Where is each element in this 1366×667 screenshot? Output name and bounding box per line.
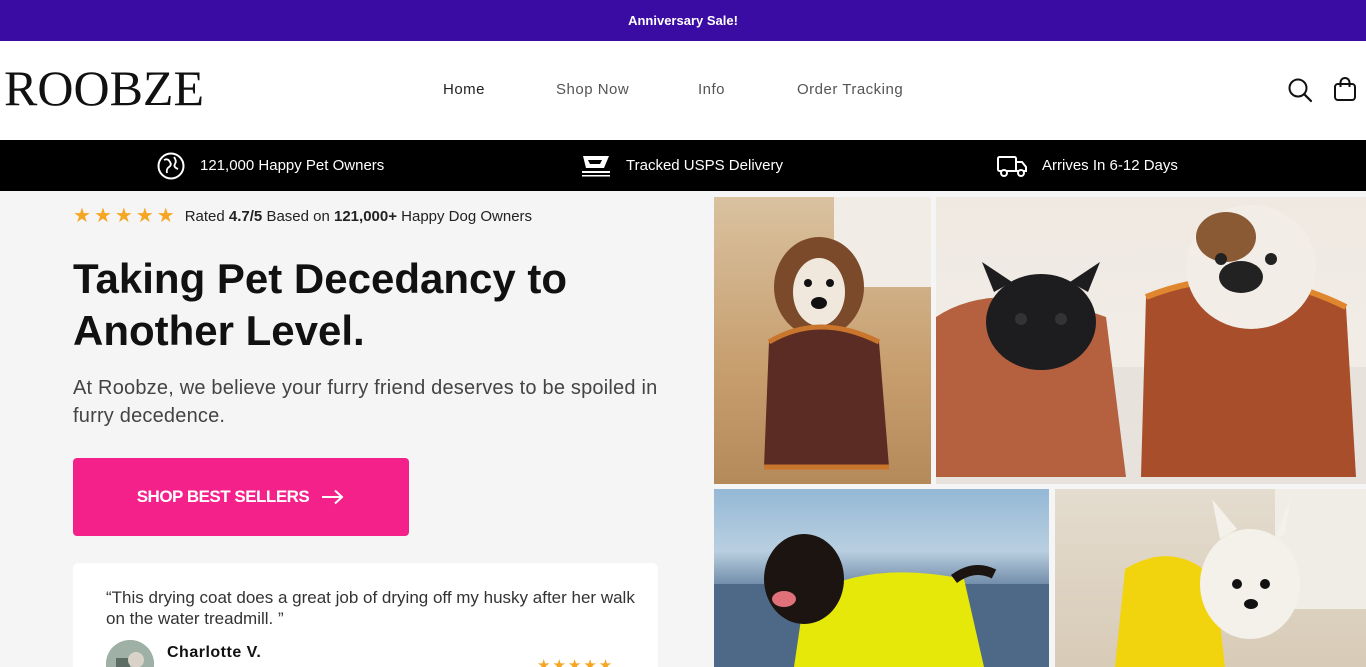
- benefit-label: 121,000 Happy Pet Owners: [200, 157, 385, 174]
- announcement-text: Anniversary Sale!: [628, 13, 738, 28]
- arrow-right-icon: [322, 489, 344, 505]
- star-icon: ★: [135, 205, 154, 227]
- star-icon: ★: [156, 205, 175, 227]
- usps-icon: [582, 155, 610, 176]
- benefit-label: Arrives In 6-12 Days: [1042, 157, 1178, 174]
- cart-icon[interactable]: [1332, 76, 1358, 102]
- photo-bulldogs-robes: [936, 197, 1366, 484]
- rating-text: Rated 4.7/5 Based on 121,000+ Happy Dog …: [184, 207, 533, 225]
- search-icon[interactable]: [1287, 77, 1313, 103]
- review-stars: ★★★★★: [537, 657, 615, 667]
- rating-stars: ★ ★ ★ ★ ★: [73, 206, 175, 226]
- nav-shop-now[interactable]: Shop Now: [556, 81, 629, 98]
- review-quote: “This drying coat does a great job of dr…: [106, 588, 635, 628]
- rating-row: ★ ★ ★ ★ ★ Rated 4.7/5 Based on 121,000+ …: [73, 206, 532, 226]
- photo-spaniel-beach: [714, 489, 1049, 667]
- hero-section: ★ ★ ★ ★ ★ Rated 4.7/5 Based on 121,000+ …: [0, 191, 1366, 667]
- nav-order-tracking[interactable]: Order Tracking: [797, 81, 903, 98]
- star-icon: ★: [114, 205, 133, 227]
- announcement-bar: Anniversary Sale!: [0, 0, 1366, 41]
- avatar: [106, 640, 154, 667]
- photo-westie-yellow-robe: [1055, 489, 1366, 667]
- benefit-arrival: Arrives In 6-12 Days: [996, 140, 1178, 191]
- photo-doodle-brown-robe: [714, 197, 931, 484]
- nav-info[interactable]: Info: [698, 81, 725, 98]
- shop-best-sellers-button[interactable]: SHOP BEST SELLERS: [73, 458, 409, 536]
- product-photo-gallery: [714, 197, 1366, 667]
- site-header: ROOBZE Home Shop Now Info Order Tracking: [0, 41, 1366, 140]
- logo[interactable]: ROOBZE: [4, 63, 204, 113]
- hero-subtext: At Roobze, we believe your furry friend …: [73, 377, 658, 427]
- truck-icon: [997, 155, 1027, 177]
- cta-label: SHOP BEST SELLERS: [136, 487, 310, 506]
- benefit-happy-owners: 121,000 Happy Pet Owners: [156, 140, 384, 191]
- star-icon: ★: [93, 205, 112, 227]
- star-icon: ★: [73, 205, 91, 227]
- benefit-usps: Tracked USPS Delivery: [580, 140, 783, 191]
- globe-icon: [157, 152, 185, 179]
- reviewer-name: Charlotte V.: [167, 644, 262, 661]
- benefit-label: Tracked USPS Delivery: [626, 157, 783, 174]
- nav-home[interactable]: Home: [443, 81, 485, 98]
- benefits-bar: 121,000 Happy Pet Owners Tracked USPS De…: [0, 140, 1366, 191]
- review-card: “This drying coat does a great job of dr…: [73, 563, 658, 667]
- hero-headline: Taking Pet Decedancy to Another Level.: [73, 255, 568, 354]
